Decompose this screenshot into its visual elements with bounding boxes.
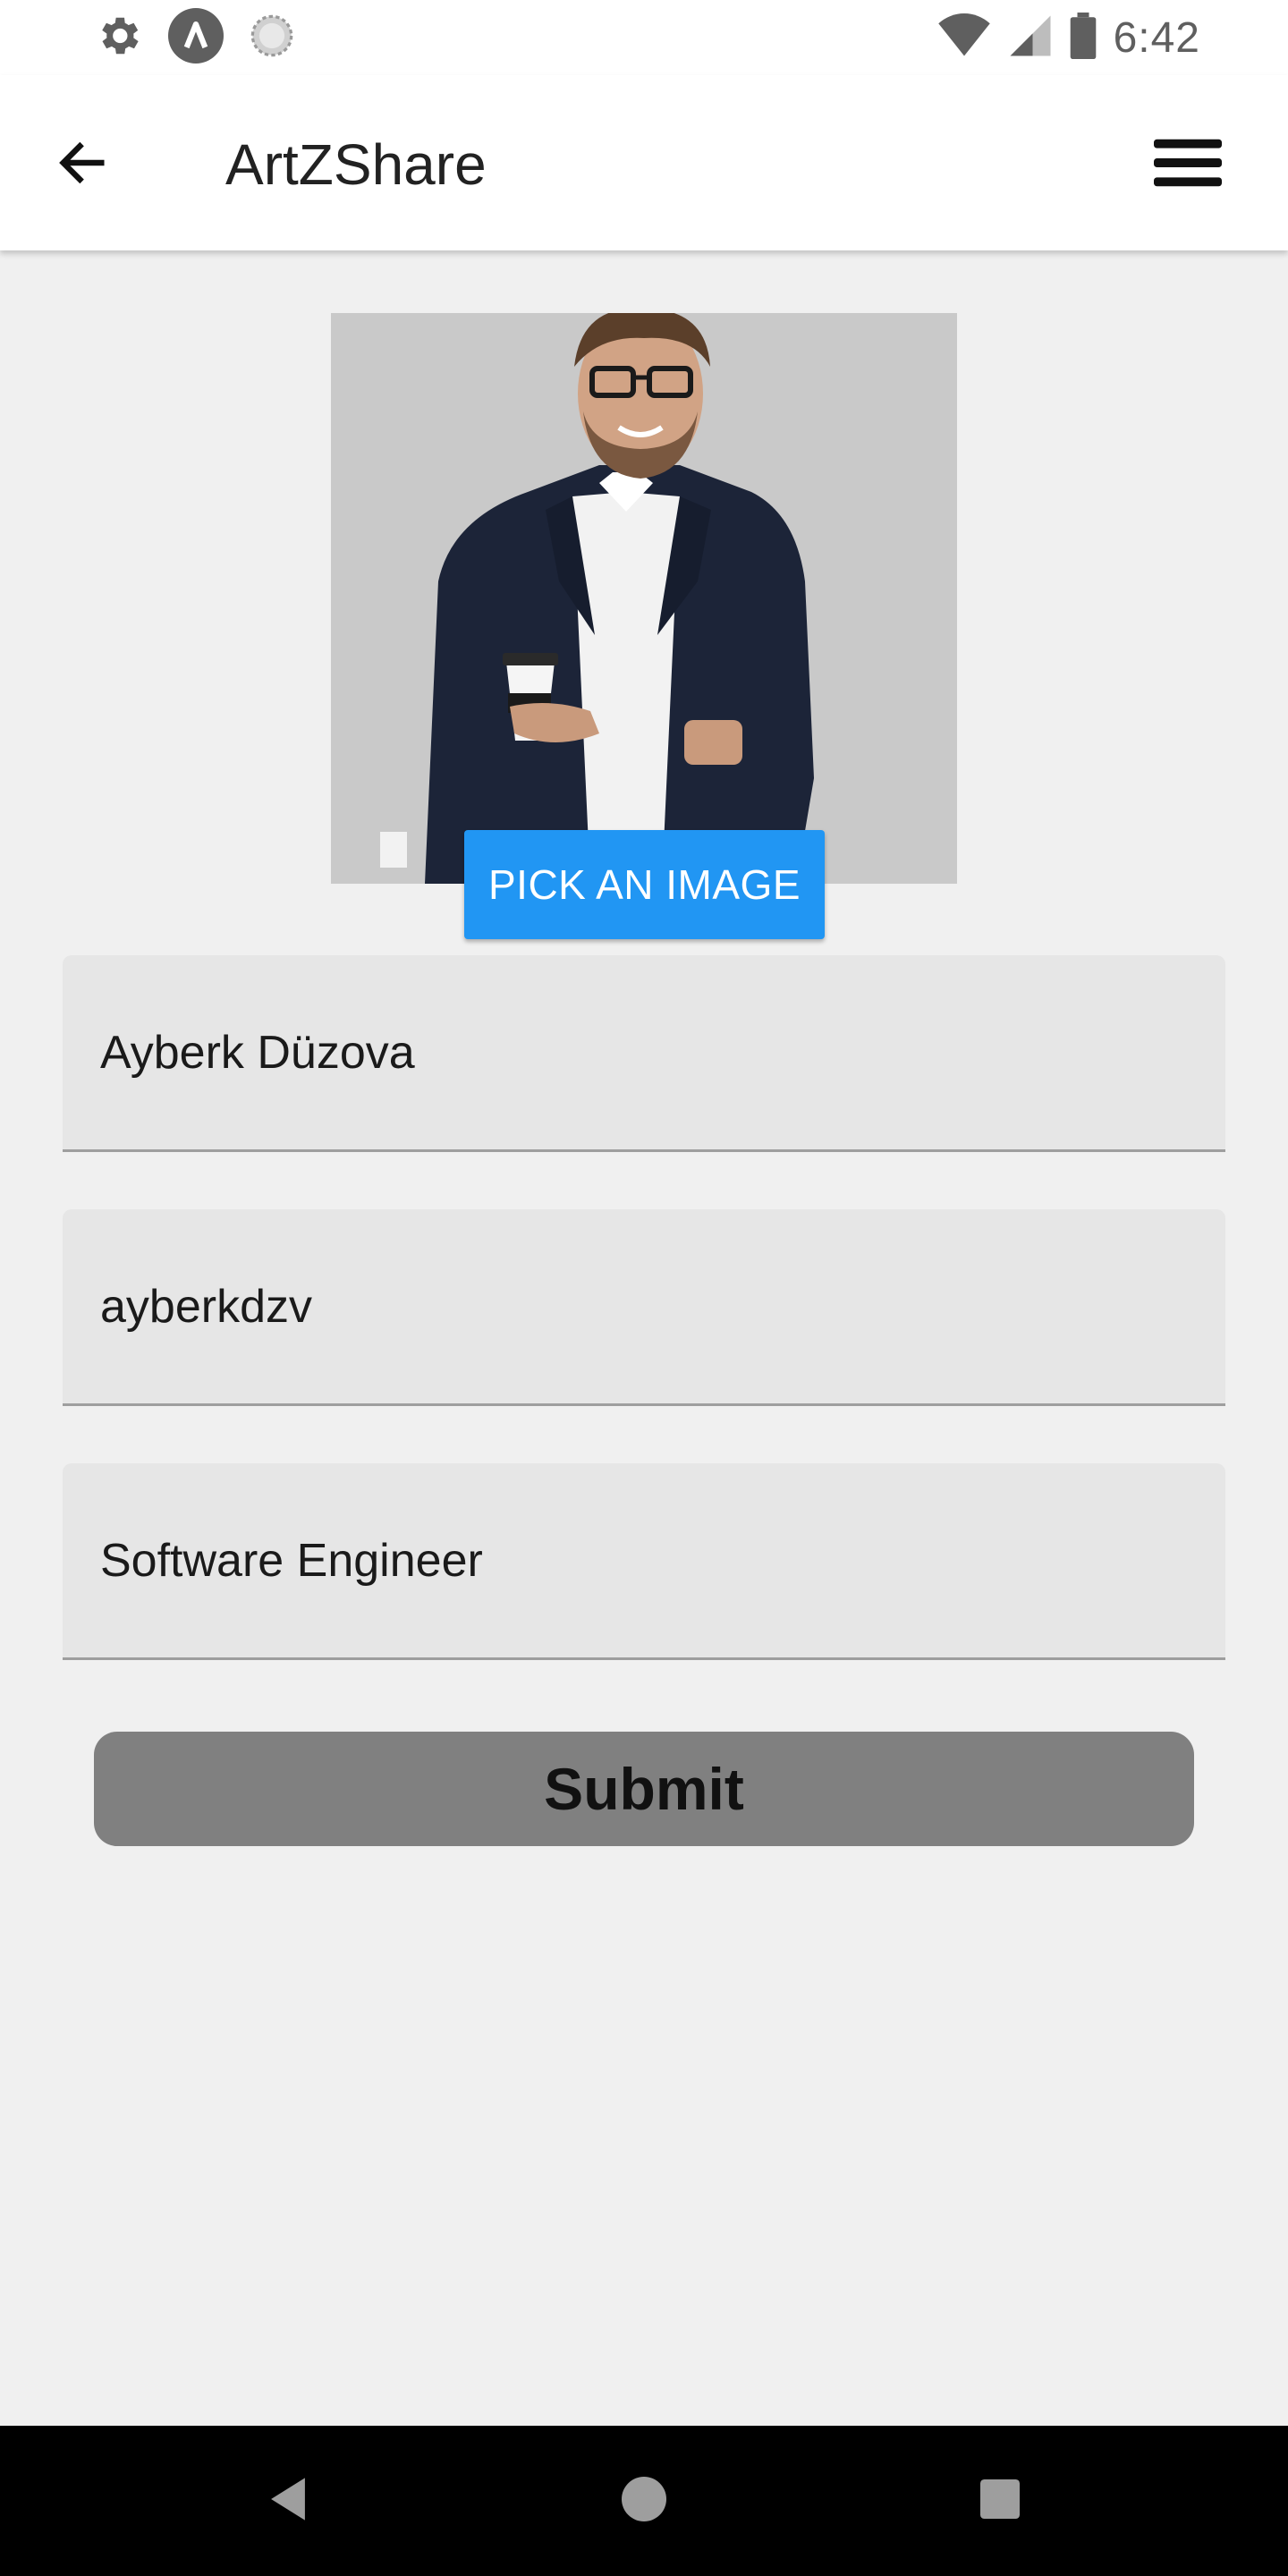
- username-field[interactable]: [63, 1209, 1225, 1406]
- title-input[interactable]: [100, 1463, 1174, 1657]
- battery-icon: [1069, 12, 1097, 64]
- app-title: ArtZShare: [225, 132, 487, 197]
- system-nav-bar: [0, 2426, 1288, 2576]
- nav-back-icon: [267, 2476, 309, 2527]
- pick-image-button[interactable]: PICK AN IMAGE: [464, 830, 825, 939]
- profile-photo: [331, 313, 957, 884]
- wifi-icon: [936, 13, 992, 63]
- status-bar: 6:42: [0, 0, 1288, 75]
- arrow-left-icon: [54, 134, 111, 196]
- name-field[interactable]: [63, 955, 1225, 1152]
- nav-back-button[interactable]: [243, 2456, 333, 2546]
- status-time: 6:42: [1113, 13, 1200, 62]
- hamburger-menu-icon: [1154, 136, 1222, 194]
- app-bar: ArtZShare: [0, 75, 1288, 250]
- menu-button[interactable]: [1140, 122, 1236, 208]
- submit-button[interactable]: Submit: [94, 1732, 1194, 1846]
- nav-recents-icon: [980, 2479, 1020, 2523]
- profile-photo-illustration: [331, 313, 957, 884]
- title-field[interactable]: [63, 1463, 1225, 1660]
- signal-icon: [1008, 13, 1053, 63]
- name-input[interactable]: [100, 955, 1174, 1149]
- gear-icon: [93, 11, 143, 65]
- screen: 6:42 ArtZShare PICK AN IMAGE Ayberk Düzo…: [0, 0, 1288, 2576]
- nav-home-icon: [622, 2476, 666, 2526]
- app-a-icon: [168, 7, 224, 68]
- username-input[interactable]: [100, 1209, 1174, 1403]
- status-right-icons: 6:42: [936, 11, 1200, 64]
- back-button[interactable]: [39, 122, 125, 208]
- loading-icon: [249, 13, 295, 64]
- status-left-icons: [93, 7, 295, 65]
- nav-home-button[interactable]: [599, 2456, 689, 2546]
- nav-recents-button[interactable]: [955, 2456, 1045, 2546]
